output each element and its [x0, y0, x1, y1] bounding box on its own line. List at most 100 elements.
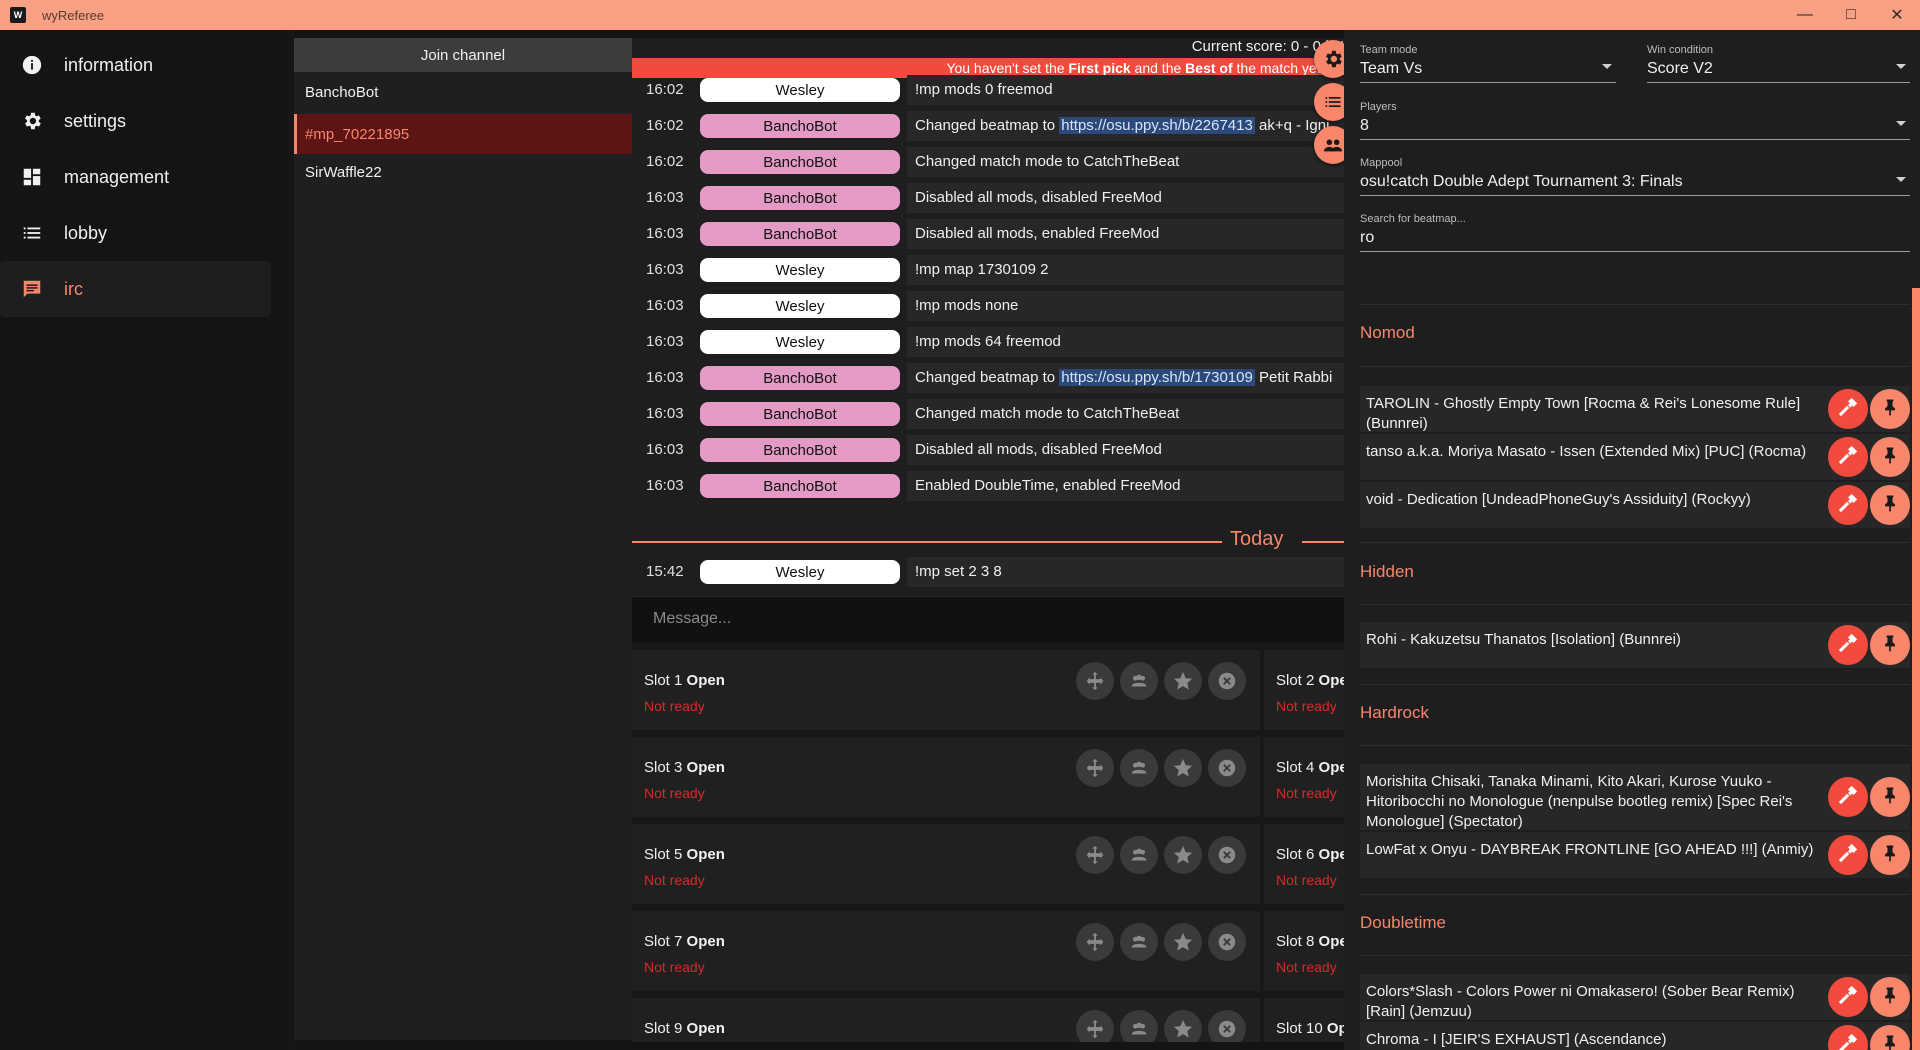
message-time: 15:42 — [646, 563, 684, 580]
slot-star-button[interactable] — [1164, 662, 1202, 700]
message-user[interactable]: Wesley — [700, 294, 900, 318]
mappool-select[interactable]: Mappool osu!catch Double Adept Tournamen… — [1360, 157, 1910, 196]
slot-status: Not ready — [644, 785, 705, 801]
message-input[interactable]: Message... — [632, 596, 1344, 642]
slot-team-button[interactable] — [1120, 923, 1158, 961]
message-user[interactable]: BanchoBot — [700, 150, 900, 174]
beatmap-link[interactable]: https://osu.ppy.sh/b/2267413 — [1059, 117, 1255, 134]
message-user[interactable]: BanchoBot — [700, 402, 900, 426]
slot-close-circle-button[interactable] — [1208, 836, 1246, 874]
pin-icon — [1880, 985, 1900, 1010]
chat-message: 16:03 BanchoBot Changed match mode to Catc… — [632, 396, 1344, 430]
sidebar-item-irc[interactable]: irc — [0, 261, 271, 317]
beatmap-item: Morishita Chisaki, Tanaka Minami, Kito A… — [1360, 764, 1910, 830]
chevron-down-icon — [1602, 64, 1612, 69]
win-condition-select[interactable]: Win condition Score V2 — [1647, 44, 1910, 83]
beatmap-link[interactable]: https://osu.ppy.sh/b/1730109 — [1059, 369, 1255, 386]
mod-section-title: Nomod — [1360, 323, 1415, 342]
ban-button[interactable] — [1828, 389, 1868, 429]
slot-move-button[interactable] — [1076, 923, 1114, 961]
slot-star-button[interactable] — [1164, 749, 1202, 787]
message-user[interactable]: BanchoBot — [700, 222, 900, 246]
sidebar-item-lobby[interactable]: lobby — [0, 205, 271, 261]
chat-message: 16:03 BanchoBot Disabled all mods, disable… — [632, 432, 1344, 466]
pin-icon — [1880, 1033, 1900, 1050]
pin-icon — [1880, 445, 1900, 470]
sidebar-item-management[interactable]: management — [0, 149, 271, 205]
close-button[interactable]: ✕ — [1874, 0, 1920, 30]
pick-button[interactable] — [1870, 625, 1910, 665]
team-mode-select[interactable]: Team mode Team Vs — [1360, 44, 1616, 83]
message-user[interactable]: Wesley — [700, 330, 900, 354]
beatmap-search-input[interactable]: Search for beatmap... ro — [1360, 213, 1910, 252]
panel-scrollbar[interactable] — [1912, 288, 1920, 1050]
message-user[interactable]: Wesley — [700, 560, 900, 584]
pick-button[interactable] — [1870, 777, 1910, 817]
ban-button[interactable] — [1828, 625, 1868, 665]
chat-message: 16:03 Wesley !mp mods none — [632, 288, 1344, 322]
slot-close-circle-button[interactable] — [1208, 662, 1246, 700]
close-circle-icon — [1218, 672, 1236, 690]
slot-team-button[interactable] — [1120, 662, 1158, 700]
message-text: Changed match mode to CatchTheBeat — [907, 147, 1344, 177]
slot-status: Not ready — [1276, 698, 1337, 714]
message-user[interactable]: BanchoBot — [700, 114, 900, 138]
message-user[interactable]: BanchoBot — [700, 474, 900, 498]
team-mode-label: Team mode — [1360, 44, 1418, 56]
minimize-button[interactable]: — — [1782, 0, 1828, 30]
sidebar-item-label: information — [64, 54, 154, 75]
slot-move-button[interactable] — [1076, 749, 1114, 787]
sidebar-item-information[interactable]: information — [0, 37, 271, 93]
slot-move-button[interactable] — [1076, 662, 1114, 700]
chat-message: 16:03 Wesley !mp mods 64 freemod — [632, 324, 1344, 358]
hammer-icon — [1837, 784, 1859, 811]
chat-icon — [20, 277, 44, 301]
players-select[interactable]: Players 8 — [1360, 101, 1910, 140]
message-user[interactable]: Wesley — [700, 78, 900, 102]
ban-button[interactable] — [1828, 485, 1868, 525]
message-user[interactable]: BanchoBot — [700, 186, 900, 210]
ban-button[interactable] — [1828, 777, 1868, 817]
pick-button[interactable] — [1870, 835, 1910, 875]
player-slot: Slot 7 Open Not ready — [632, 911, 1260, 991]
sidebar-item-settings[interactable]: settings — [0, 93, 271, 149]
chat-log: Current score: 0 - 0 | N You haven't set… — [632, 38, 1344, 596]
channel-item-banchobot[interactable]: BanchoBot — [294, 72, 632, 112]
slot-team-button[interactable] — [1120, 1010, 1158, 1042]
slot-star-button[interactable] — [1164, 836, 1202, 874]
ban-button[interactable] — [1828, 1025, 1868, 1050]
slot-team-button[interactable] — [1120, 749, 1158, 787]
players-value: 8 — [1360, 117, 1369, 134]
pick-button[interactable] — [1870, 485, 1910, 525]
slot-move-button[interactable] — [1076, 836, 1114, 874]
pick-button[interactable] — [1870, 1025, 1910, 1050]
ban-button[interactable] — [1828, 437, 1868, 477]
chat-message: 16:03 BanchoBot Changed beatmap to https:/… — [632, 360, 1344, 394]
pick-button[interactable] — [1870, 977, 1910, 1017]
message-user[interactable]: Wesley — [700, 258, 900, 282]
message-user[interactable]: BanchoBot — [700, 366, 900, 390]
star-icon — [1173, 845, 1193, 864]
ban-button[interactable] — [1828, 977, 1868, 1017]
pick-button[interactable] — [1870, 389, 1910, 429]
join-channel-button[interactable]: Join channel — [294, 38, 632, 72]
slot-close-circle-button[interactable] — [1208, 749, 1246, 787]
slot-close-circle-button[interactable] — [1208, 1010, 1246, 1042]
ban-button[interactable] — [1828, 835, 1868, 875]
team-icon — [1131, 674, 1147, 687]
slot-star-button[interactable] — [1164, 923, 1202, 961]
pick-button[interactable] — [1870, 437, 1910, 477]
maximize-button[interactable]: □ — [1828, 0, 1874, 30]
search-label: Search for beatmap... — [1360, 213, 1466, 225]
player-slot: Slot 9 Open — [632, 998, 1260, 1042]
channel-item-mp[interactable]: #mp_70221895 — [294, 114, 632, 154]
channel-list: Join channel BanchoBot #mp_70221895 SirW… — [294, 38, 632, 1040]
chat-message: 16:03 BanchoBot Disabled all mods, disable… — [632, 180, 1344, 214]
slot-team-button[interactable] — [1120, 836, 1158, 874]
message-user[interactable]: BanchoBot — [700, 438, 900, 462]
slot-move-button[interactable] — [1076, 1010, 1114, 1042]
channel-item-sirwaffle22[interactable]: SirWaffle22 — [294, 152, 632, 192]
slot-star-button[interactable] — [1164, 1010, 1202, 1042]
people-icon — [1323, 139, 1343, 152]
slot-close-circle-button[interactable] — [1208, 923, 1246, 961]
